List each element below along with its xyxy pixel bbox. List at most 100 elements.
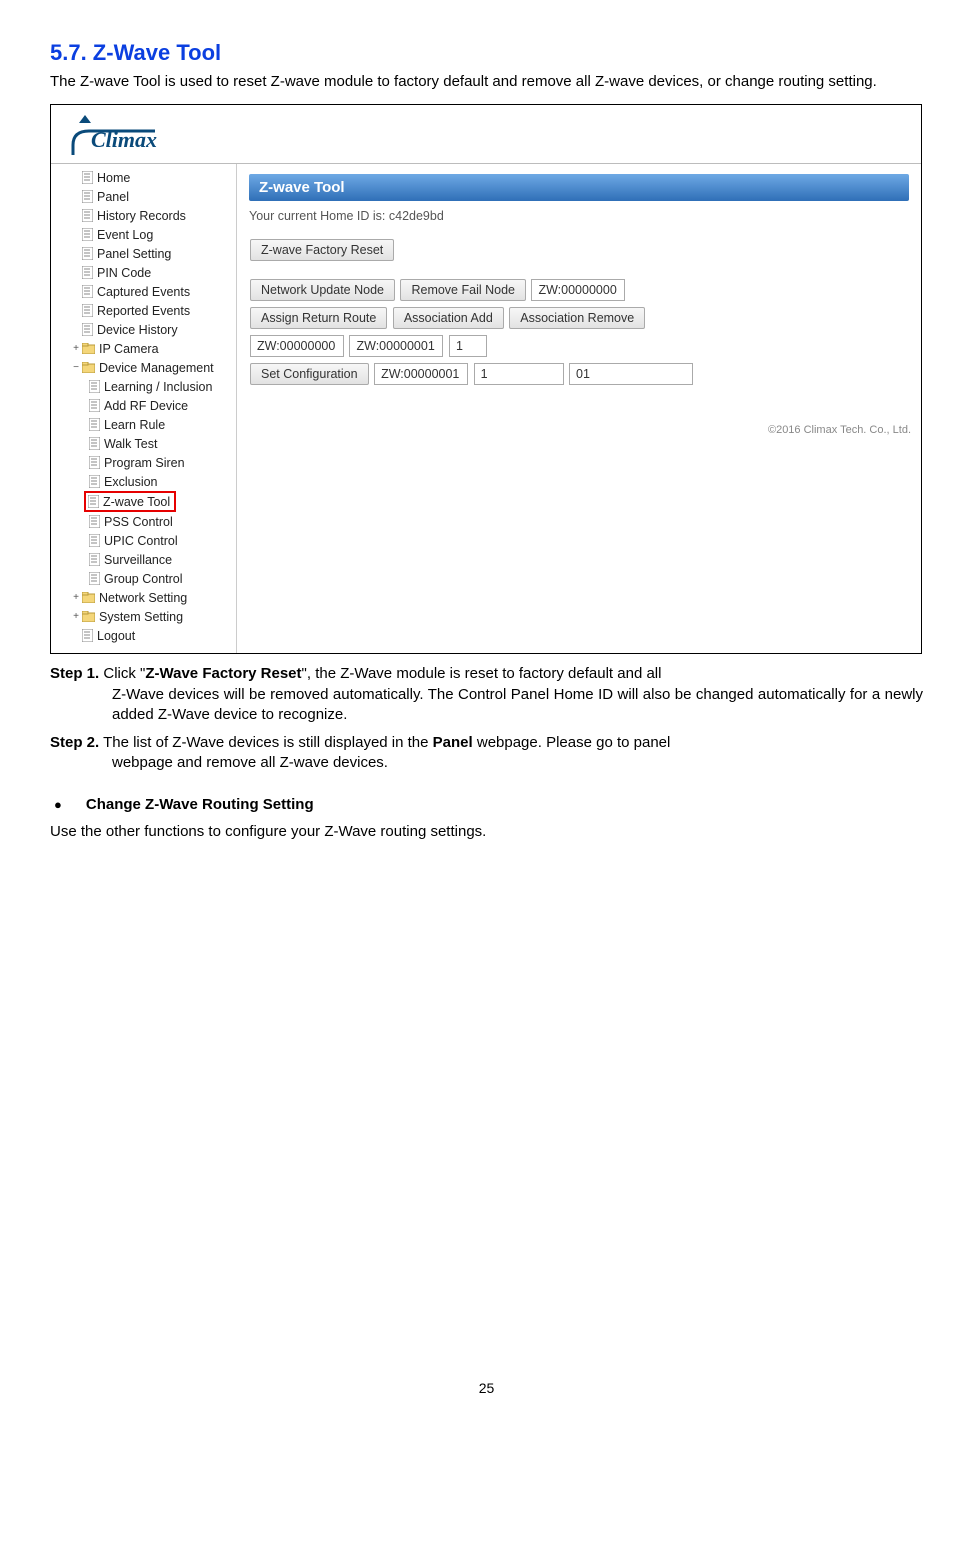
step-1-post-inline: ", the Z-Wave module is reset to factory… <box>302 665 662 682</box>
logo-text: Climax <box>91 127 157 153</box>
nav-label: PIN Code <box>97 266 151 280</box>
nav-item[interactable]: PIN Code <box>51 263 236 282</box>
assoc-input-3[interactable]: 1 <box>449 335 487 357</box>
nav-label: Reported Events <box>97 304 190 318</box>
page-icon <box>89 437 100 450</box>
page-icon <box>89 380 100 393</box>
plus-icon[interactable]: + <box>71 343 81 354</box>
nav-label: Captured Events <box>97 285 190 299</box>
assign-return-route-button[interactable]: Assign Return Route <box>250 307 387 329</box>
page-icon <box>89 456 100 469</box>
nav-sub-item[interactable]: Walk Test <box>51 434 236 453</box>
folder-icon <box>82 611 95 622</box>
page-icon <box>82 209 93 222</box>
copyright-text: ©2016 Climax Tech. Co., Ltd. <box>768 424 911 436</box>
nav-label: Walk Test <box>104 437 158 451</box>
nav-zwave-tool-highlight[interactable]: Z-wave Tool <box>84 491 176 512</box>
step-1-pre: Click " <box>99 665 145 682</box>
nav-label: Logout <box>97 629 135 643</box>
set-configuration-button[interactable]: Set Configuration <box>250 363 369 385</box>
nav-sub-item[interactable]: UPIC Control <box>51 531 236 550</box>
nav-label: Network Setting <box>99 591 187 605</box>
page-icon <box>89 553 100 566</box>
page-icon <box>82 285 93 298</box>
assoc-input-2[interactable]: ZW:00000001 <box>349 335 443 357</box>
nav-label: IP Camera <box>99 342 159 356</box>
config-input-1[interactable]: ZW:00000001 <box>374 363 468 385</box>
nav-label: Home <box>97 171 130 185</box>
nav-sub-item[interactable]: Surveillance <box>51 550 236 569</box>
nav-sub-item[interactable]: Group Control <box>51 569 236 588</box>
page-icon <box>88 495 99 508</box>
nav-item[interactable]: Event Log <box>51 225 236 244</box>
home-id-text: Your current Home ID is: c42de9bd <box>249 209 909 223</box>
nav-sub-item[interactable]: Add RF Device <box>51 396 236 415</box>
nav-label: History Records <box>97 209 186 223</box>
section-title: 5.7. Z-Wave Tool <box>50 40 923 66</box>
nav-label: UPIC Control <box>104 534 178 548</box>
page-icon <box>82 171 93 184</box>
nav-label: Learning / Inclusion <box>104 380 212 394</box>
page-icon <box>89 399 100 412</box>
nav-label: PSS Control <box>104 515 173 529</box>
sub-heading: ● Change Z-Wave Routing Setting <box>50 796 923 813</box>
nav-sub-item[interactable]: Learning / Inclusion <box>51 377 236 396</box>
nav-label: Group Control <box>104 572 183 586</box>
nav-label: Add RF Device <box>104 399 188 413</box>
plus-icon[interactable]: + <box>71 592 81 603</box>
node-id-input[interactable]: ZW:00000000 <box>531 279 625 301</box>
nav-label: Device Management <box>99 361 214 375</box>
tool-title: Z-wave Tool <box>249 174 909 201</box>
intro-text: The Z-wave Tool is used to reset Z-wave … <box>50 72 923 92</box>
nav-label: Surveillance <box>104 553 172 567</box>
page-icon <box>89 572 100 585</box>
nav-item[interactable]: Captured Events <box>51 282 236 301</box>
nav-system[interactable]: + System Setting <box>51 607 236 626</box>
nav-label: Device History <box>97 323 178 337</box>
nav-sub-item[interactable]: PSS Control <box>51 512 236 531</box>
network-update-node-button[interactable]: Network Update Node <box>250 279 395 301</box>
bullet-icon: ● <box>54 797 62 812</box>
nav-item[interactable]: Reported Events <box>51 301 236 320</box>
step-2-label: Step 2. <box>50 734 99 751</box>
nav-sub-item[interactable]: Program Siren <box>51 453 236 472</box>
association-remove-button[interactable]: Association Remove <box>509 307 645 329</box>
folder-icon <box>82 343 95 354</box>
plus-icon[interactable]: + <box>71 611 81 622</box>
factory-reset-button[interactable]: Z-wave Factory Reset <box>250 239 394 261</box>
nav-tree: Home Panel History Records Event LogPanel S… <box>51 164 237 654</box>
nav-item[interactable]: Panel Setting <box>51 244 236 263</box>
page-icon <box>82 247 93 260</box>
minus-icon[interactable]: − <box>71 362 81 373</box>
screenshot: Climax Home Panel History Records Event Log… <box>50 104 922 654</box>
nav-label: Exclusion <box>104 475 158 489</box>
nav-sub-item[interactable]: Learn Rule <box>51 415 236 434</box>
config-input-3[interactable]: 01 <box>569 363 693 385</box>
nav-item[interactable]: Panel <box>51 187 236 206</box>
page-icon <box>82 323 93 336</box>
nav-label: Learn Rule <box>104 418 165 432</box>
nav-ip-camera[interactable]: + IP Camera <box>51 339 236 358</box>
nav-logout[interactable]: Logout <box>51 626 236 645</box>
nav-device-mgmt[interactable]: − Device Management <box>51 358 236 377</box>
nav-label: Z-wave Tool <box>103 495 170 509</box>
page-icon <box>82 228 93 241</box>
remove-fail-node-button[interactable]: Remove Fail Node <box>400 279 526 301</box>
nav-item[interactable]: History Records <box>51 206 236 225</box>
nav-sub-item[interactable]: Exclusion <box>51 472 236 491</box>
step-2-bold: Panel <box>433 734 473 751</box>
page-icon <box>89 418 100 431</box>
nav-item[interactable]: Device History <box>51 320 236 339</box>
page-icon <box>82 190 93 203</box>
step-2-post-inline: webpage. Please go to panel <box>473 734 671 751</box>
config-input-2[interactable]: 1 <box>474 363 564 385</box>
step-2: Step 2. The list of Z-Wave devices is st… <box>50 733 923 774</box>
nav-label: System Setting <box>99 610 183 624</box>
page-icon <box>82 304 93 317</box>
content-pane: Z-wave Tool Your current Home ID is: c42… <box>237 164 921 654</box>
step-1-bold: Z-Wave Factory Reset <box>145 665 301 682</box>
nav-item[interactable]: Home <box>51 168 236 187</box>
nav-network[interactable]: + Network Setting <box>51 588 236 607</box>
association-add-button[interactable]: Association Add <box>393 307 504 329</box>
assoc-input-1[interactable]: ZW:00000000 <box>250 335 344 357</box>
